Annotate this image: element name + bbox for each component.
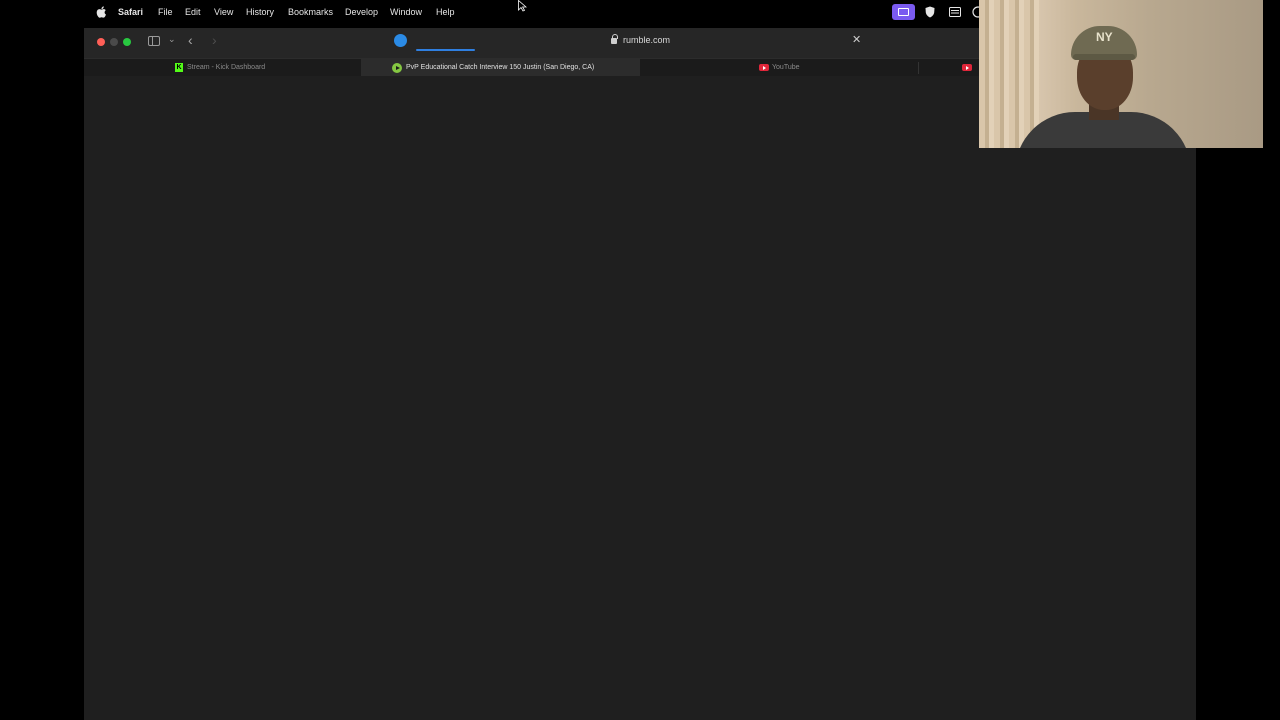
curtain bbox=[979, 0, 1039, 148]
webcam-overlay: NY bbox=[979, 0, 1263, 148]
cap-logo: NY bbox=[1096, 30, 1113, 44]
back-button[interactable]: ‹ bbox=[188, 32, 193, 48]
menu-view[interactable]: View bbox=[214, 6, 233, 18]
lock-icon bbox=[611, 34, 618, 44]
tab-kick-dashboard[interactable]: K Stream - Kick Dashboard bbox=[84, 59, 361, 77]
menu-app-name[interactable]: Safari bbox=[118, 6, 143, 18]
page-content[interactable] bbox=[84, 76, 1196, 720]
menu-file[interactable]: File bbox=[158, 6, 173, 18]
page-loading-progress bbox=[416, 49, 476, 51]
menu-history[interactable]: History bbox=[246, 6, 274, 18]
mouse-cursor-icon bbox=[518, 0, 527, 12]
cap-brim bbox=[1073, 54, 1135, 60]
keyboard-icon[interactable] bbox=[949, 7, 961, 17]
tab-title: PvP Educational Catch Interview 150 Just… bbox=[406, 64, 595, 71]
shield-icon[interactable] bbox=[925, 6, 935, 18]
menu-window[interactable]: Window bbox=[390, 6, 422, 18]
chevron-down-icon[interactable]: ⌄ bbox=[168, 34, 176, 45]
rumble-icon bbox=[392, 63, 402, 73]
menu-bookmarks[interactable]: Bookmarks bbox=[288, 6, 333, 18]
tab-youtube[interactable]: YouTube bbox=[640, 59, 918, 77]
menu-edit[interactable]: Edit bbox=[185, 6, 201, 18]
close-window-button[interactable] bbox=[97, 38, 105, 46]
tab-title: YouTube bbox=[772, 64, 800, 71]
forward-button[interactable]: › bbox=[212, 32, 217, 48]
tab-title: Stream - Kick Dashboard bbox=[187, 64, 266, 71]
sidebar-toggle-icon[interactable] bbox=[148, 36, 160, 46]
tab-rumble-video[interactable]: PvP Educational Catch Interview 150 Just… bbox=[361, 59, 640, 77]
screen-share-icon[interactable] bbox=[892, 4, 915, 20]
youtube-icon bbox=[962, 64, 972, 71]
url-text[interactable]: rumble.com bbox=[623, 35, 670, 45]
menu-help[interactable]: Help bbox=[436, 6, 455, 18]
youtube-icon bbox=[759, 64, 769, 71]
minimize-window-button[interactable] bbox=[110, 38, 118, 46]
kick-icon: K bbox=[175, 63, 183, 72]
stop-loading-button[interactable]: ✕ bbox=[852, 35, 861, 46]
extension-icon[interactable] bbox=[394, 34, 407, 47]
address-bar[interactable]: rumble.com bbox=[414, 32, 870, 52]
menu-develop[interactable]: Develop bbox=[345, 6, 378, 18]
zoom-window-button[interactable] bbox=[123, 38, 131, 46]
apple-logo-icon[interactable] bbox=[96, 6, 107, 18]
